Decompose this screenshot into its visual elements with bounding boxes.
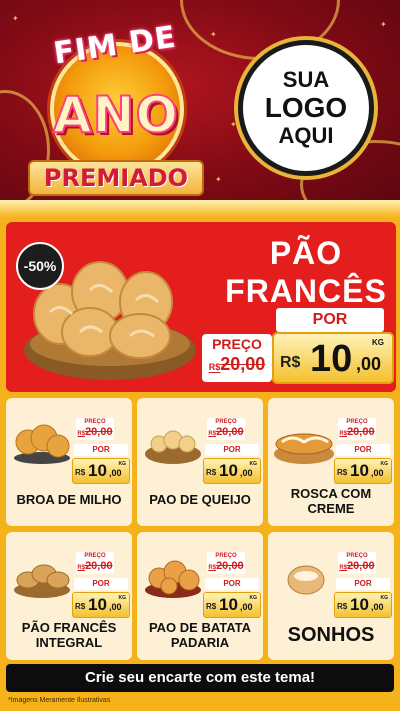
logo-text-line3: AQUI — [278, 123, 334, 148]
sparkle-icon: ✦ — [230, 120, 237, 129]
old-price-box: PREÇO R$20,00 — [207, 418, 245, 440]
pao-de-queijo-icon — [145, 430, 201, 464]
new-price: R$ 10,00 KG — [334, 592, 392, 618]
product-card[interactable]: PREÇO R$20,00 POR R$ 10,00 KG ROSCA COM CR… — [268, 398, 394, 526]
product-name: SONHOS — [287, 624, 375, 646]
product-name: PAO DE QUEIJO — [149, 492, 251, 507]
rosca-icon — [274, 433, 334, 464]
old-price-box: PREÇO R$20,00 — [76, 418, 114, 440]
product-name: BROA DE MILHO — [16, 492, 122, 507]
broa-icon — [14, 424, 70, 464]
old-price-box: PREÇO R$20,00 — [338, 552, 376, 574]
new-price: R$ 10,00 KG — [72, 458, 130, 484]
product-name: ROSCA COM CREME — [290, 486, 372, 516]
new-price: R$ 10,00 KG — [334, 458, 392, 484]
hero-old-price-box: PREÇO R$20,00 — [202, 334, 272, 382]
header-banner: ✦ ✦ ✦ ✦ ✦ ✦ FIM DE ANO PREMIADO SUA LOGO… — [0, 0, 400, 215]
pao-integral-icon — [14, 564, 70, 598]
sparkle-icon: ✦ — [215, 175, 222, 184]
product-card[interactable]: PREÇO R$20,00 POR R$ 10,00 KG BROA DE MILH… — [6, 398, 132, 526]
new-price: R$ 10,00 KG — [203, 592, 261, 618]
hero-offer[interactable]: -50% PÃO FRANCÊS POR PREÇO R$20,00 R$ 10… — [6, 222, 396, 392]
old-price-box: PREÇO R$20,00 — [338, 418, 376, 440]
por-label: POR — [205, 578, 259, 590]
product-card[interactable]: PREÇO R$20,00 POR R$ 10,00 KG PÃO FRANCÊS … — [6, 532, 132, 660]
new-price: R$ 10,00 KG — [203, 458, 261, 484]
product-card[interactable]: PREÇO R$20,00 POR R$ 10,00 KG PAO DE BATAT… — [137, 532, 263, 660]
old-price-box: PREÇO R$20,00 — [76, 552, 114, 574]
product-name: PÃO FRANCÊS INTEGRAL — [21, 620, 117, 650]
logo-text-line1: SUA — [282, 67, 330, 92]
por-label: POR — [74, 444, 128, 456]
sparkle-icon: ✦ — [12, 14, 19, 23]
badge-title-bottom: PREMIADO — [28, 160, 204, 196]
hero-title: PÃO FRANCÊS — [216, 234, 396, 310]
product-card[interactable]: PREÇO R$20,00 POR R$ 10,00 KG PAO DE QUEIJ… — [137, 398, 263, 526]
logo-text-line2: LOGO — [264, 92, 348, 123]
promo-badge: FIM DE ANO PREMIADO — [26, 20, 204, 196]
sparkle-icon: ✦ — [380, 20, 387, 29]
product-name: PAO DE BATATA PADARIA — [148, 620, 252, 650]
create-flyer-button[interactable]: Crie seu encarte com este tema! — [6, 664, 394, 692]
discount-badge: -50% — [16, 242, 64, 290]
por-label: POR — [74, 578, 128, 590]
badge-title-main: ANO — [52, 85, 180, 145]
por-label: POR — [205, 444, 259, 456]
disclaimer-text: *Imagens Meramente Ilustrativas — [8, 697, 111, 704]
hero-title-line1: PÃO — [269, 235, 343, 271]
old-price-box: PREÇO R$20,00 — [207, 552, 245, 574]
hero-preco-label: PREÇO — [212, 336, 262, 352]
logo-placeholder[interactable]: SUA LOGO AQUI — [238, 40, 374, 176]
product-card[interactable]: PREÇO R$20,00 POR R$ 10,00 KG SONHOS — [268, 532, 394, 660]
hero-new-price: R$ 10 ,00 KG — [272, 332, 394, 384]
hero-old-price: R$20,00 — [208, 354, 266, 374]
gold-divider — [0, 200, 400, 218]
hero-title-line2: FRANCÊS — [225, 273, 387, 309]
new-price: R$ 10,00 KG — [72, 592, 130, 618]
sonho-icon — [287, 565, 325, 595]
hero-por-label: POR — [276, 308, 384, 332]
por-label: POR — [336, 444, 390, 456]
por-label: POR — [336, 578, 390, 590]
pao-batata-icon — [145, 560, 201, 598]
